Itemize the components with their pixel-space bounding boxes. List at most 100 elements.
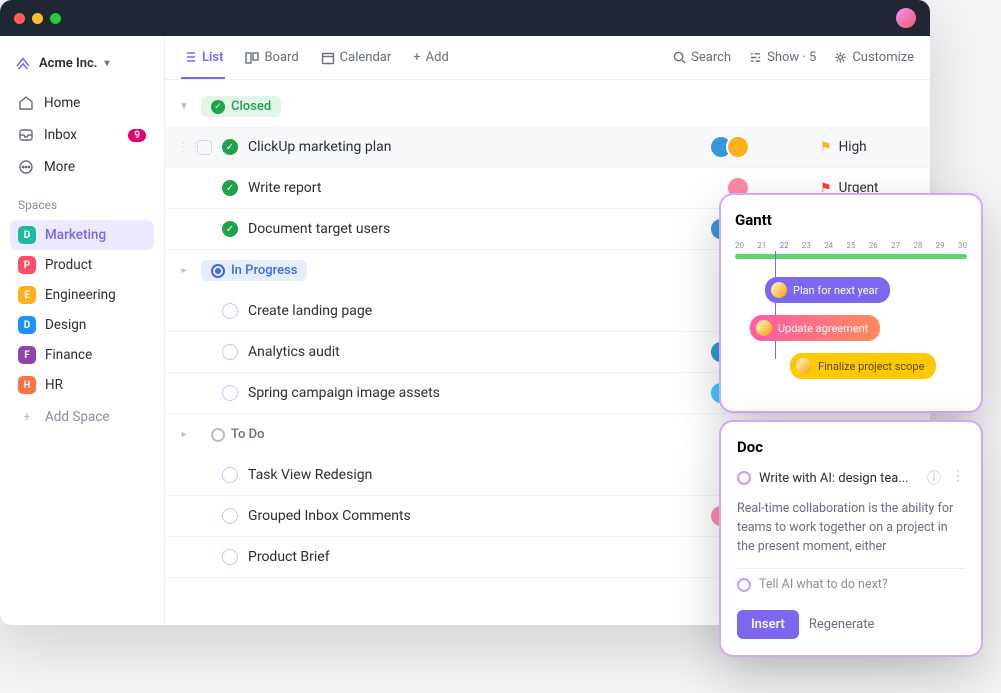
add-view-button[interactable]: + Add	[411, 38, 451, 77]
space-badge-icon: P	[18, 256, 36, 274]
task-status-open-icon[interactable]	[222, 508, 238, 524]
collapse-toggle-icon[interactable]: ▸	[177, 429, 191, 440]
space-name: Engineering	[45, 287, 116, 303]
gantt-date: 27	[891, 241, 900, 250]
task-status-open-icon[interactable]	[222, 303, 238, 319]
task-status-open-icon[interactable]	[222, 385, 238, 401]
ai-spark-icon	[737, 471, 751, 485]
gantt-date: 21	[757, 241, 766, 250]
task-status-open-icon[interactable]	[222, 344, 238, 360]
task-status-open-icon[interactable]	[222, 549, 238, 565]
nav-more[interactable]: More	[10, 152, 154, 182]
info-icon[interactable]: ⓘ	[927, 468, 941, 488]
avatar	[796, 358, 812, 374]
doc-popup: Doc Write with AI: design tea... ⓘ ⋮ Rea…	[721, 422, 981, 655]
task-status-closed-icon[interactable]: ✓	[222, 139, 238, 155]
maximize-window-icon[interactable]	[50, 13, 61, 24]
space-name: Product	[45, 257, 92, 273]
nav-label: More	[44, 159, 75, 175]
status-pill: ✓Closed	[201, 96, 281, 117]
gantt-date: 29	[936, 241, 945, 250]
task-title: Product Brief	[248, 549, 716, 565]
close-window-icon[interactable]	[14, 13, 25, 24]
view-tab-board[interactable]: Board	[243, 38, 300, 77]
collapse-toggle-icon[interactable]: ▼	[177, 101, 191, 112]
gantt-date: 22	[780, 241, 789, 250]
status-pill: In Progress	[201, 260, 307, 281]
titlebar	[0, 0, 930, 36]
priority-cell[interactable]: ⚑High	[820, 139, 910, 155]
checkbox[interactable]	[197, 140, 212, 155]
assignee-avatar[interactable]	[726, 135, 750, 159]
doc-body-text: Real-time collaboration is the ability f…	[737, 500, 965, 554]
status-pill: To Do	[201, 424, 275, 445]
priority-cell[interactable]: ⚑Urgent	[820, 180, 910, 196]
task-status-open-icon[interactable]	[222, 467, 238, 483]
add-space-button[interactable]: + Add Space	[10, 402, 154, 432]
customize-button[interactable]: Customize	[834, 50, 914, 65]
doc-ai-prompt[interactable]: Tell AI what to do next?	[737, 568, 965, 600]
group-header-closed[interactable]: ▼ ✓Closed	[165, 86, 930, 127]
gantt-bar[interactable]: Finalize project scope	[790, 353, 936, 379]
gantt-bar[interactable]: Plan for next year	[765, 277, 890, 303]
gantt-bar[interactable]: Update agreement	[750, 315, 880, 341]
workspace-name: Acme Inc.	[39, 56, 97, 71]
nav-inbox[interactable]: Inbox 9	[10, 120, 154, 150]
space-badge-icon: H	[18, 376, 36, 394]
doc-ai-title-row: Write with AI: design tea... ⓘ ⋮	[737, 468, 965, 488]
insert-button[interactable]: Insert	[737, 610, 799, 639]
minimize-window-icon[interactable]	[32, 13, 43, 24]
inbox-badge: 9	[128, 129, 146, 142]
space-badge-icon: D	[18, 226, 36, 244]
task-title: Grouped Inbox Comments	[248, 508, 699, 524]
plus-icon: +	[413, 50, 420, 65]
inbox-icon	[18, 127, 34, 143]
space-name: Finance	[45, 347, 92, 363]
sidebar: Acme Inc. ▾ Home Inbox 9 More Spaces DMa…	[0, 36, 165, 625]
space-item-marketing[interactable]: DMarketing	[10, 220, 154, 250]
show-button[interactable]: Show · 5	[749, 50, 816, 65]
task-status-closed-icon[interactable]: ✓	[222, 221, 238, 237]
filter-icon	[749, 51, 762, 64]
toolbar: List Board Calendar + Add Search	[165, 36, 930, 80]
space-badge-icon: F	[18, 346, 36, 364]
more-vertical-icon[interactable]: ⋮	[951, 468, 965, 488]
gantt-date: 25	[846, 241, 855, 250]
workspace-switcher[interactable]: Acme Inc. ▾	[10, 48, 154, 78]
view-tab-list[interactable]: List	[181, 38, 225, 79]
space-badge-icon: E	[18, 286, 36, 304]
drag-handle-icon[interactable]: ⋮⋮	[177, 140, 187, 154]
space-item-finance[interactable]: F Finance	[10, 340, 154, 370]
space-item-engineering[interactable]: E Engineering	[10, 280, 154, 310]
search-button[interactable]: Search	[673, 50, 731, 65]
gantt-date: 20	[735, 241, 744, 250]
task-row[interactable]: ⋮⋮✓ClickUp marketing plan⚑High	[165, 127, 930, 168]
gantt-date: 28	[913, 241, 922, 250]
doc-title: Doc	[737, 438, 965, 456]
collapse-toggle-icon[interactable]: ▸	[177, 265, 191, 276]
profile-avatar[interactable]	[896, 8, 916, 28]
window-controls	[14, 13, 61, 24]
task-status-closed-icon[interactable]: ✓	[222, 180, 238, 196]
nav-label: Home	[44, 95, 80, 111]
task-title: Analytics audit	[248, 344, 699, 360]
gantt-title: Gantt	[735, 211, 967, 229]
view-tab-calendar[interactable]: Calendar	[319, 38, 394, 77]
task-title: Create landing page	[248, 303, 716, 319]
space-name: Design	[45, 317, 86, 333]
nav-label: Inbox	[44, 127, 77, 143]
search-icon	[673, 51, 686, 64]
space-item-product[interactable]: P Product	[10, 250, 154, 280]
more-icon	[18, 159, 34, 175]
task-title: Write report	[248, 180, 716, 196]
task-title: Spring campaign image assets	[248, 385, 699, 401]
gantt-date: 30	[958, 241, 967, 250]
nav-home[interactable]: Home	[10, 88, 154, 118]
space-item-design[interactable]: DDesign	[10, 310, 154, 340]
plus-icon: +	[18, 409, 36, 425]
gear-icon	[834, 51, 847, 64]
space-item-hr[interactable]: HHR	[10, 370, 154, 400]
home-icon	[18, 95, 34, 111]
regenerate-button[interactable]: Regenerate	[809, 610, 875, 639]
gantt-date: 23	[802, 241, 811, 250]
